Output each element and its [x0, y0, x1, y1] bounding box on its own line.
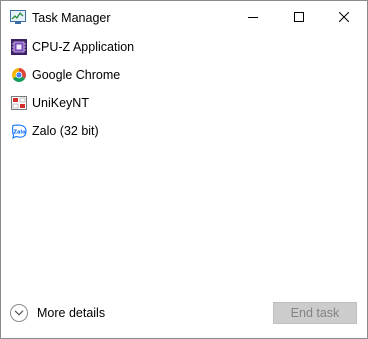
app-list: CPU-Z Application Google Chrome UniKeyNT… [2, 33, 366, 145]
maximize-button[interactable] [276, 1, 322, 33]
unikey-icon [11, 95, 27, 111]
app-label: UniKeyNT [32, 96, 89, 110]
app-label: CPU-Z Application [32, 40, 135, 54]
maximize-icon [294, 12, 304, 22]
svg-text:Zalo: Zalo [13, 130, 26, 136]
chevron-down-icon [10, 304, 28, 322]
footer: More details End task [1, 290, 367, 338]
list-item-chrome[interactable]: Google Chrome [2, 61, 366, 89]
task-manager-icon [10, 10, 26, 24]
more-details-label: More details [37, 306, 106, 320]
close-icon [339, 12, 349, 22]
zalo-icon: Zalo [11, 123, 27, 139]
list-item-unikey[interactable]: UniKeyNT [2, 89, 366, 117]
list-item-zalo[interactable]: Zalo Zalo (32 bit) [2, 117, 366, 145]
end-task-button[interactable]: End task [273, 302, 357, 324]
title-bar[interactable]: Task Manager [1, 1, 367, 33]
task-manager-window: Task Manager CPU-Z Application Google Ch… [0, 0, 368, 339]
close-button[interactable] [321, 1, 367, 33]
app-label: Zalo (32 bit) [32, 124, 99, 138]
minimize-button[interactable] [230, 1, 276, 33]
window-title: Task Manager [32, 11, 111, 25]
minimize-icon [248, 12, 258, 22]
more-details-toggle[interactable]: More details [10, 302, 105, 324]
chrome-icon [11, 67, 27, 83]
app-label: Google Chrome [32, 68, 121, 82]
cpu-z-icon [11, 39, 27, 55]
list-item-cpu-z[interactable]: CPU-Z Application [2, 33, 366, 61]
